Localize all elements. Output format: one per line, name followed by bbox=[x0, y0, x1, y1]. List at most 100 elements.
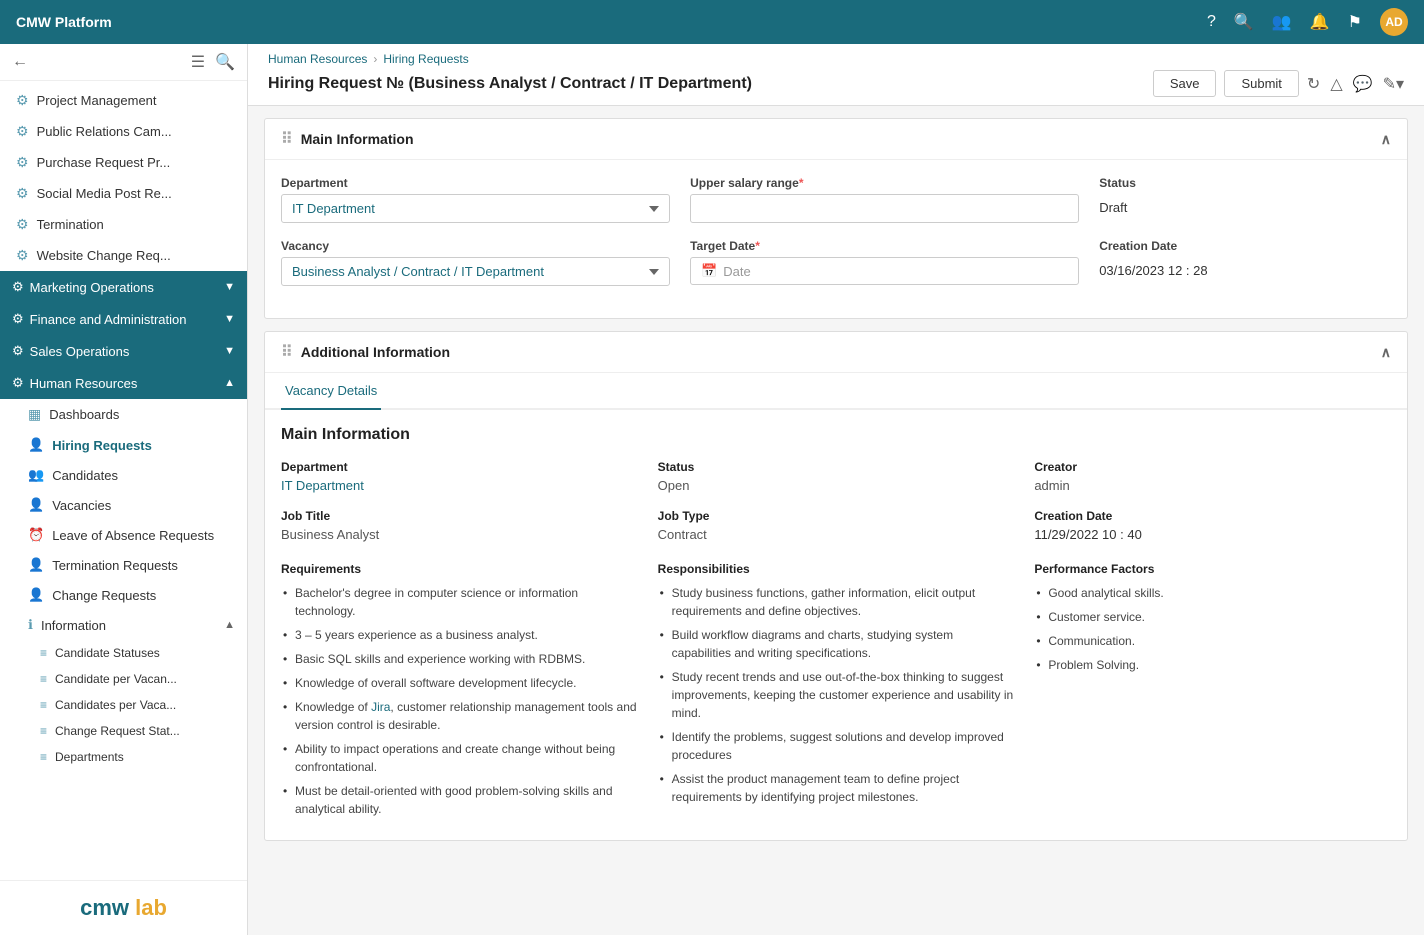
sidebar-category-marketing[interactable]: ⚙ Marketing Operations ▼ bbox=[0, 271, 247, 303]
sidebar-back-icon[interactable]: ← bbox=[12, 53, 28, 71]
website-icon: ⚙ bbox=[16, 247, 29, 264]
requirements-list: Bachelor's degree in computer science or… bbox=[281, 584, 638, 818]
save-button[interactable]: Save bbox=[1153, 70, 1217, 97]
sidebar-subitem-hiring-requests[interactable]: 👤 Hiring Requests bbox=[0, 430, 247, 460]
vd-job-title: Job Title Business Analyst bbox=[281, 509, 638, 542]
perf-item: Problem Solving. bbox=[1034, 656, 1391, 674]
sidebar-subitem-candidates[interactable]: 👥 Candidates bbox=[0, 460, 247, 490]
marketing-cat-label: Marketing Operations bbox=[30, 280, 154, 295]
warning-icon[interactable]: △ bbox=[1330, 74, 1342, 94]
cpv-label: Candidate per Vacan... bbox=[55, 672, 177, 686]
sidebar-info-parent[interactable]: ℹ Information ▲ bbox=[0, 610, 247, 640]
sidebar-subitem-leave-absence[interactable]: ⏰ Leave of Absence Requests bbox=[0, 520, 247, 550]
sidebar-info-change-req-stat[interactable]: ≡ Change Request Stat... bbox=[0, 718, 247, 744]
req-item: Knowledge of Jira, customer relationship… bbox=[281, 698, 638, 734]
sales-cat-icon: ⚙ bbox=[12, 343, 24, 359]
refresh-icon[interactable]: ↻ bbox=[1307, 74, 1320, 94]
leave-icon: ⏰ bbox=[28, 527, 44, 543]
page-header: Human Resources › Hiring Requests Hiring… bbox=[248, 44, 1424, 106]
sidebar-list: ⚙ Project Management ⚙ Public Relations … bbox=[0, 81, 247, 880]
breadcrumb: Human Resources › Hiring Requests bbox=[268, 52, 1404, 66]
logo-accent: lab bbox=[135, 895, 167, 920]
tab-vacancy-details[interactable]: Vacancy Details bbox=[281, 373, 381, 410]
cpva-icon: ≡ bbox=[40, 698, 47, 712]
dept-label: Departments bbox=[55, 750, 124, 764]
crs-label: Change Request Stat... bbox=[55, 724, 180, 738]
vacancies-label: Vacancies bbox=[52, 498, 111, 513]
sidebar-item-website-change[interactable]: ⚙ Website Change Req... bbox=[0, 240, 247, 271]
vacancies-icon: 👤 bbox=[28, 497, 44, 513]
sidebar-item-public-relations[interactable]: ⚙ Public Relations Cam... bbox=[0, 116, 247, 147]
sidebar-info-candidate-statuses[interactable]: ≡ Candidate Statuses bbox=[0, 640, 247, 666]
collapse-main-info[interactable]: ∧ bbox=[1381, 131, 1391, 148]
sidebar-category-sales[interactable]: ⚙ Sales Operations ▼ bbox=[0, 335, 247, 367]
vd-creator-label: Creator bbox=[1034, 460, 1391, 474]
cpv-icon: ≡ bbox=[40, 672, 47, 686]
department-select[interactable]: IT Department bbox=[281, 194, 670, 223]
responsibilities-list: Study business functions, gather informa… bbox=[658, 584, 1015, 806]
marketing-chevron: ▼ bbox=[224, 281, 235, 293]
req-item: Ability to impact operations and create … bbox=[281, 740, 638, 776]
help-icon[interactable]: ? bbox=[1207, 13, 1216, 31]
edit-icon[interactable]: ✎▾ bbox=[1383, 74, 1404, 94]
sidebar-info-cand-per-vacan[interactable]: ≡ Candidate per Vacan... bbox=[0, 666, 247, 692]
sidebar-header: ← ☰ 🔍 bbox=[0, 44, 247, 81]
target-date-input[interactable]: 📅 Date bbox=[690, 257, 1079, 285]
sidebar-search-icon[interactable]: 🔍 bbox=[215, 52, 235, 72]
sidebar-item-social-media[interactable]: ⚙ Social Media Post Re... bbox=[0, 178, 247, 209]
creation-date-value: 03/16/2023 12 : 28 bbox=[1099, 257, 1391, 284]
form-row-2: Vacancy Business Analyst / Contract / IT… bbox=[281, 239, 1391, 286]
main-info-section: ⠿ Main Information ∧ Department IT Depar… bbox=[264, 118, 1408, 319]
vd-job-title-label: Job Title bbox=[281, 509, 638, 523]
sidebar-menu-icon[interactable]: ☰ bbox=[191, 52, 205, 72]
status-label: Status bbox=[1099, 176, 1391, 190]
calendar-icon: 📅 bbox=[701, 263, 717, 279]
term-req-label: Termination Requests bbox=[52, 558, 178, 573]
info-label: Information bbox=[41, 618, 106, 633]
sidebar-info-departments[interactable]: ≡ Departments bbox=[0, 744, 247, 770]
sidebar-item-project-management[interactable]: ⚙ Project Management bbox=[0, 85, 247, 116]
sidebar-category-hr[interactable]: ⚙ Human Resources ▲ bbox=[0, 367, 247, 399]
perf-item: Good analytical skills. bbox=[1034, 584, 1391, 602]
submit-button[interactable]: Submit bbox=[1224, 70, 1298, 97]
sidebar-item-label: Termination bbox=[37, 217, 235, 232]
req-item: Bachelor's degree in computer science or… bbox=[281, 584, 638, 620]
additional-info-section: ⠿ Additional Information ∧ Vacancy Detai… bbox=[264, 331, 1408, 841]
breadcrumb-parent[interactable]: Human Resources bbox=[268, 52, 367, 66]
sidebar-category-finance[interactable]: ⚙ Finance and Administration ▼ bbox=[0, 303, 247, 335]
vd-job-title-value: Business Analyst bbox=[281, 527, 638, 542]
pm-icon: ⚙ bbox=[16, 92, 29, 109]
sidebar-subitem-termination-requests[interactable]: 👤 Termination Requests bbox=[0, 550, 247, 580]
sidebar-subitem-change-requests[interactable]: 👤 Change Requests bbox=[0, 580, 247, 610]
finance-cat-label: Finance and Administration bbox=[30, 312, 187, 327]
vacancy-info-grid: Department IT Department Status Open Cre… bbox=[281, 460, 1391, 542]
flag-icon[interactable]: ⚑ bbox=[1348, 12, 1362, 32]
vacancy-select[interactable]: Business Analyst / Contract / IT Departm… bbox=[281, 257, 670, 286]
pr-icon: ⚙ bbox=[16, 123, 29, 140]
term-req-icon: 👤 bbox=[28, 557, 44, 573]
resp-item: Build workflow diagrams and charts, stud… bbox=[658, 626, 1015, 662]
tabs-bar: Vacancy Details bbox=[265, 373, 1407, 410]
comment-icon[interactable]: 💬 bbox=[1353, 74, 1373, 94]
sidebar-item-termination[interactable]: ⚙ Termination bbox=[0, 209, 247, 240]
sidebar-subitem-dashboards[interactable]: ▦ Dashboards bbox=[0, 399, 247, 430]
user-avatar[interactable]: AD bbox=[1380, 8, 1408, 36]
sales-cat-label: Sales Operations bbox=[30, 344, 130, 359]
vd-status-label: Status bbox=[658, 460, 1015, 474]
target-required: * bbox=[755, 239, 760, 253]
collapse-additional-info[interactable]: ∧ bbox=[1381, 344, 1391, 361]
breadcrumb-child[interactable]: Hiring Requests bbox=[383, 52, 468, 66]
bell-icon[interactable]: 🔔 bbox=[1310, 12, 1330, 32]
users-icon[interactable]: 👥 bbox=[1272, 12, 1292, 32]
sidebar: ← ☰ 🔍 ⚙ Project Management ⚙ Public Rela… bbox=[0, 44, 248, 935]
sidebar-info-cands-per-vaca[interactable]: ≡ Candidates per Vaca... bbox=[0, 692, 247, 718]
search-icon[interactable]: 🔍 bbox=[1234, 12, 1254, 32]
social-icon: ⚙ bbox=[16, 185, 29, 202]
department-field: Department IT Department bbox=[281, 176, 670, 223]
vd-creation-date-value: 11/29/2022 10 : 40 bbox=[1034, 527, 1391, 542]
sidebar-item-purchase-request[interactable]: ⚙ Purchase Request Pr... bbox=[0, 147, 247, 178]
sidebar-subitem-vacancies[interactable]: 👤 Vacancies bbox=[0, 490, 247, 520]
candidates-label: Candidates bbox=[52, 468, 118, 483]
sidebar-item-label: Public Relations Cam... bbox=[37, 124, 235, 139]
salary-input[interactable] bbox=[690, 194, 1079, 223]
